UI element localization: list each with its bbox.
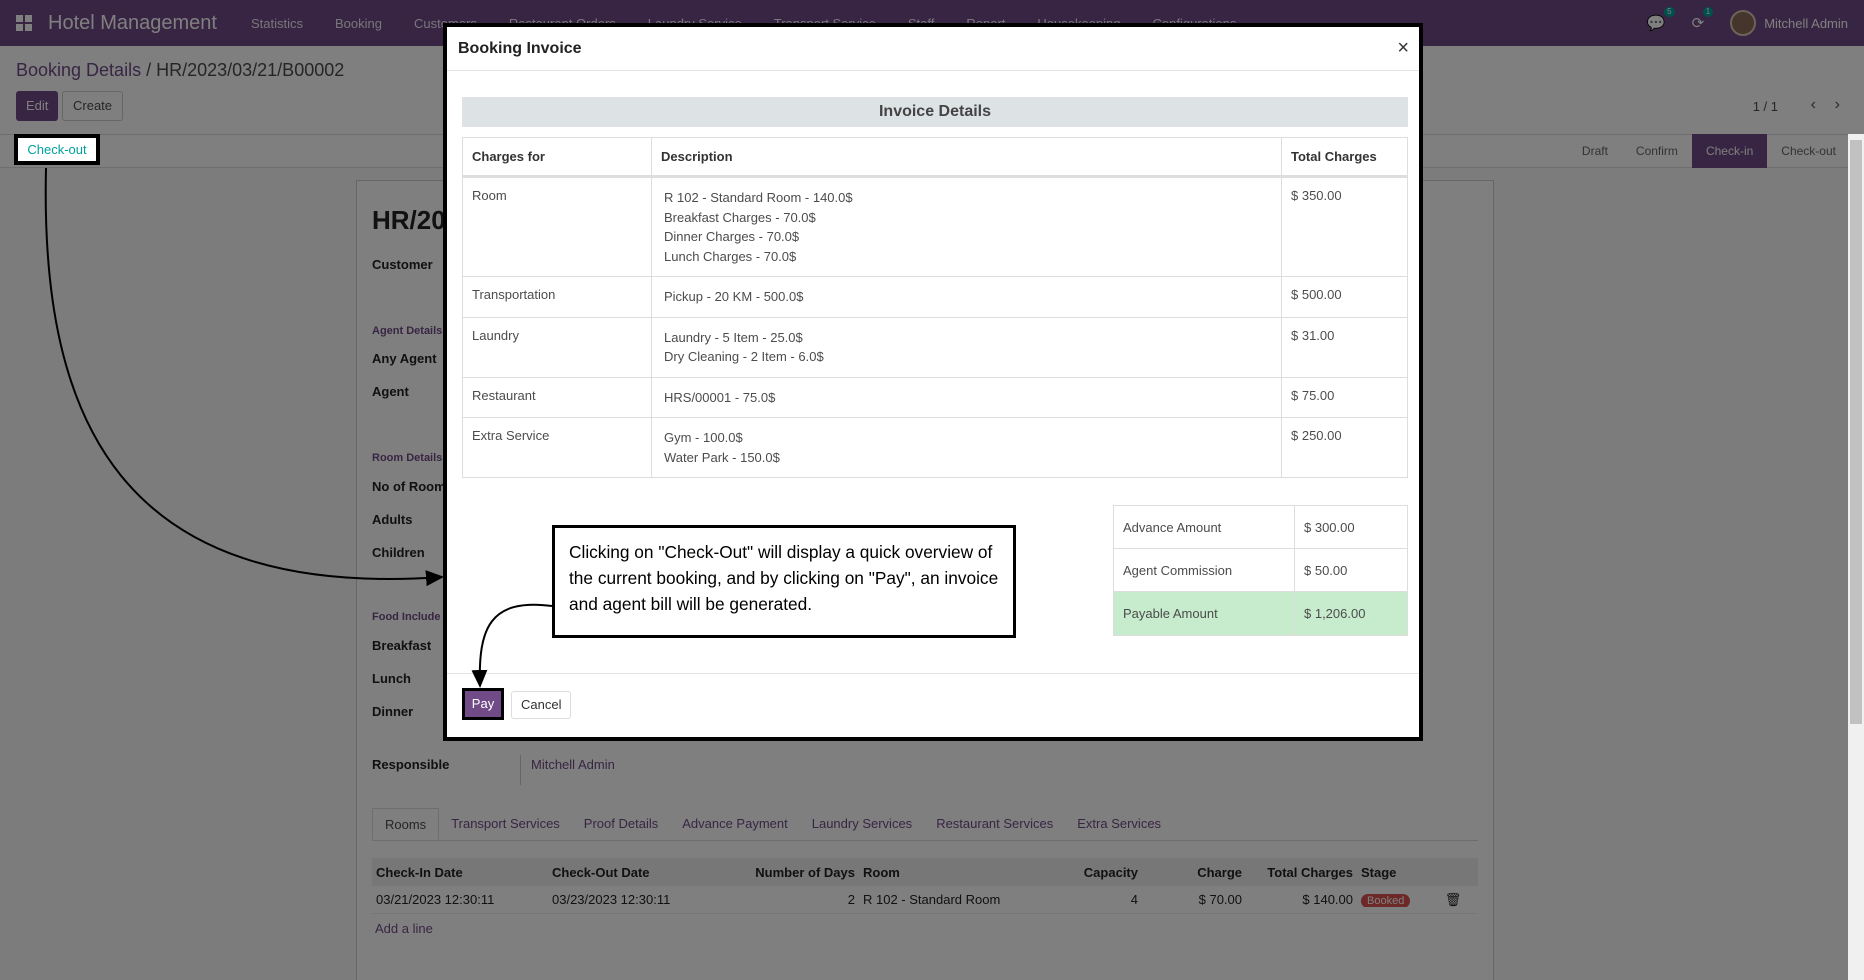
- dialog-header: Booking Invoice ×: [447, 27, 1419, 71]
- description-line: HRS/00001 - 75.0$: [664, 389, 776, 405]
- invoice-row: Restaurant HRS/00001 - 75.0$ $ 75.00: [463, 376, 1407, 417]
- description-line: Lunch Charges - 70.0$: [664, 248, 797, 264]
- invoice-charge-name: Laundry: [463, 317, 652, 377]
- summary-label: Payable Amount: [1114, 592, 1295, 635]
- invoice-total: $ 350.00: [1291, 188, 1342, 203]
- invoice-description: Pickup - 20 KM - 500.0$: [652, 277, 1282, 317]
- description-line: Dry Cleaning - 2 Item - 6.0$: [664, 349, 824, 364]
- invoice-row: Room R 102 - Standard Room - 140.0$ Breakf…: [463, 177, 1407, 276]
- check-out-button[interactable]: Check-out: [14, 134, 100, 165]
- dialog-footer-divider: [447, 673, 1419, 674]
- summary-value: $ 300.00: [1304, 519, 1355, 535]
- summary-row: Advance Amount $ 300.00: [1114, 506, 1407, 549]
- invoice-description: Laundry - 5 Item - 25.0$ Dry Cleaning - 2…: [652, 317, 1282, 377]
- invoice-total: $ 250.00: [1291, 428, 1342, 443]
- description-line: Breakfast Charges - 70.0$: [664, 209, 816, 225]
- invoice-charge-name: Restaurant: [463, 377, 652, 417]
- description-line: R 102 - Standard Room - 140.0$: [664, 190, 853, 205]
- invoice-description: HRS/00001 - 75.0$: [652, 377, 1282, 417]
- invoice-table-header: Charges for Description Total Charges: [463, 138, 1407, 177]
- description-line: Gym - 100.0$: [664, 430, 743, 445]
- cancel-button[interactable]: Cancel: [511, 691, 572, 719]
- invoice-row: Extra Service Gym - 100.0$ Water Park - 15…: [463, 417, 1407, 477]
- invoice-charge-name: Transportation: [463, 277, 652, 317]
- description-line: Water Park - 150.0$: [664, 449, 780, 465]
- invoice-description: R 102 - Standard Room - 140.0$ Breakfast …: [652, 178, 1282, 276]
- invoice-charge-name: Extra Service: [463, 418, 652, 477]
- header-charges-for: Charges for: [463, 138, 652, 175]
- invoice-total: $ 31.00: [1291, 327, 1335, 343]
- header-description: Description: [652, 138, 1282, 175]
- annotation-callout: Clicking on "Check-Out" will display a q…: [552, 525, 1016, 638]
- invoice-total: $ 75.00: [1291, 387, 1335, 403]
- scrollbar-thumb[interactable]: [1850, 140, 1862, 724]
- invoice-row: Laundry Laundry - 5 Item - 25.0$ Dry Clean…: [463, 316, 1407, 377]
- dialog-title: Booking Invoice: [458, 39, 582, 57]
- invoice-charge-name: Room: [463, 178, 652, 276]
- summary-value: $ 50.00: [1304, 562, 1348, 578]
- description-line: Pickup - 20 KM - 500.0$: [664, 289, 804, 304]
- description-line: Dinner Charges - 70.0$: [664, 229, 800, 244]
- summary-label: Advance Amount: [1114, 506, 1295, 548]
- summary-row: Payable Amount $ 1,206.00: [1114, 592, 1407, 635]
- invoice-row: Transportation Pickup - 20 KM - 500.0$ $ 5…: [463, 276, 1407, 317]
- description-line: Laundry - 5 Item - 25.0$: [664, 329, 803, 345]
- invoice-details-heading: Invoice Details: [462, 97, 1408, 127]
- header-total-charges: Total Charges: [1291, 149, 1377, 164]
- summary-label: Agent Commission: [1114, 549, 1295, 591]
- invoice-total: $ 500.00: [1291, 287, 1342, 302]
- summary-row: Agent Commission $ 50.00: [1114, 549, 1407, 592]
- invoice-description: Gym - 100.0$ Water Park - 150.0$: [652, 418, 1282, 477]
- pay-button[interactable]: Pay: [462, 688, 504, 720]
- summary-value: $ 1,206.00: [1304, 606, 1366, 621]
- payment-summary: Advance Amount $ 300.00 Agent Commission $ …: [1113, 505, 1408, 636]
- close-icon[interactable]: ×: [1397, 37, 1409, 60]
- invoice-table: Charges for Description Total Charges Ro…: [462, 137, 1408, 478]
